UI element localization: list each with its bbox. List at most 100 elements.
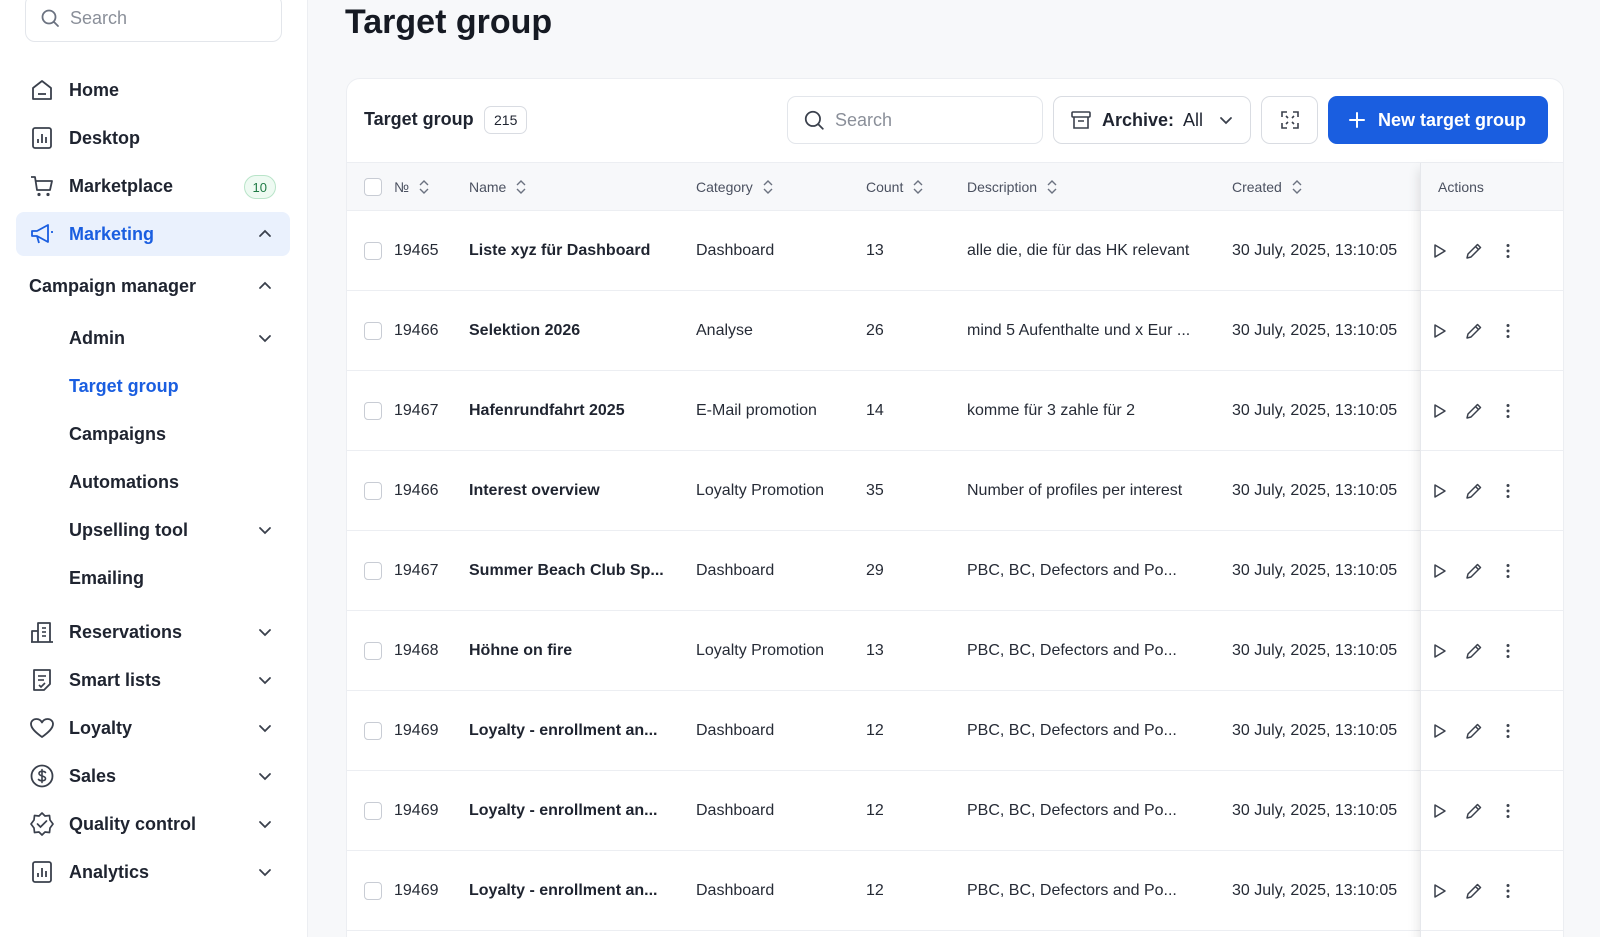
table-row[interactable]: 19466 Interest overview Loyalty Promotion 3… — [347, 451, 1563, 531]
chevron-down-icon[interactable] — [256, 719, 274, 737]
select-all-checkbox-cell[interactable] — [364, 163, 382, 211]
cell-description: PBC, BC, Defectors and Po... — [967, 882, 1177, 899]
chevron-down-icon[interactable] — [256, 815, 274, 833]
table-row[interactable]: 19468 Höhne on fire Loyalty Promotion 13 PBC… — [347, 611, 1563, 691]
table-row[interactable]: 19469 Loyalty - enrollment an... Dashboard… — [347, 691, 1563, 771]
table-row[interactable]: 19466 Selektion 2026 Analyse 26 mind 5 Aufen… — [347, 291, 1563, 371]
analytics-icon — [29, 859, 55, 885]
cell-name[interactable]: Selektion 2026 — [469, 291, 580, 371]
cell-created: 30 July, 2025, 13:10:05 — [1232, 642, 1398, 659]
row-checkbox-cell[interactable] — [364, 771, 382, 851]
row-checkbox-cell[interactable] — [364, 371, 382, 451]
table-row[interactable]: 19469 Loyalty - enrollment an... Dashboard… — [347, 851, 1563, 931]
column-label: Created — [1232, 179, 1282, 195]
cell-description: mind 5 Aufenthalte und x Eur ... — [967, 322, 1191, 339]
column-header-name[interactable]: Name — [469, 163, 527, 211]
sidebar-search-input[interactable]: Search — [25, 0, 282, 42]
nav-item-loyalty[interactable]: Loyalty — [16, 706, 290, 750]
sub-item-upselling-tool[interactable]: Upselling tool — [69, 510, 290, 550]
sort-icon[interactable] — [762, 179, 774, 195]
row-checkbox[interactable] — [364, 802, 382, 820]
sub-item-campaigns[interactable]: Campaigns — [69, 414, 290, 454]
table-row[interactable]: 19469 Loyalty - enrollment an... Dashboard… — [347, 771, 1563, 851]
cell-name[interactable]: Hafenrundfahrt 2025 — [469, 371, 625, 451]
table-search-placeholder: Search — [835, 109, 893, 130]
nav-item-desktop[interactable]: Desktop — [16, 116, 290, 160]
column-header-description[interactable]: Description — [967, 163, 1058, 211]
select-all-checkbox[interactable] — [364, 178, 382, 196]
row-checkbox-cell[interactable] — [364, 531, 382, 611]
cell-name[interactable]: Loyalty - enrollment an... — [469, 851, 657, 931]
column-header-created[interactable]: Created — [1232, 163, 1303, 211]
sub-item-admin[interactable]: Admin — [69, 318, 290, 358]
campaign-manager-group[interactable]: Campaign manager — [29, 266, 290, 306]
chevron-down-icon[interactable] — [256, 863, 274, 881]
sub-item-automations[interactable]: Automations — [69, 462, 290, 502]
cell-name[interactable]: Liste xyz für Dashboard — [469, 211, 650, 291]
column-header-count[interactable]: Count — [866, 163, 924, 211]
cell-name[interactable]: Loyalty - enrollment an... — [469, 771, 657, 851]
cell-category: Dashboard — [696, 882, 775, 899]
chevron-down-icon[interactable] — [256, 671, 274, 689]
row-checkbox-cell[interactable] — [364, 211, 382, 291]
fullscreen-button[interactable] — [1261, 96, 1318, 144]
row-checkbox-cell[interactable] — [364, 691, 382, 771]
cell-name[interactable]: Summer Beach Club Sp... — [469, 531, 664, 611]
row-checkbox-cell[interactable] — [364, 611, 382, 691]
archive-value: All — [1183, 109, 1204, 130]
sort-icon[interactable] — [912, 179, 924, 195]
table-search-input[interactable]: Search — [787, 96, 1043, 144]
new-target-group-button[interactable]: New target group — [1328, 96, 1548, 144]
row-checkbox-cell[interactable] — [364, 291, 382, 371]
nav-item-quality-control[interactable]: Quality control — [16, 802, 290, 846]
building-icon — [29, 619, 55, 645]
sub-item-target-group[interactable]: Target group — [69, 366, 290, 406]
chevron-up-icon[interactable] — [256, 225, 274, 243]
nav-item-marketing[interactable]: Marketing — [16, 212, 290, 256]
sort-icon[interactable] — [515, 179, 527, 195]
chevron-down-icon[interactable] — [256, 767, 274, 785]
cell-name[interactable]: Loyalty - enrollment an... — [469, 691, 657, 771]
nav-item-home[interactable]: Home — [16, 68, 290, 112]
sort-icon[interactable] — [1046, 179, 1058, 195]
cell-name[interactable]: Höhne on fire — [469, 611, 572, 691]
cell-category: Analyse — [696, 322, 753, 339]
nav-item-reservations[interactable]: Reservations — [16, 610, 290, 654]
chevron-down-icon[interactable] — [256, 329, 274, 347]
sort-icon[interactable] — [1291, 179, 1303, 195]
sidebar: Search Home Desktop Marketplace 10 Marke… — [0, 0, 308, 937]
nav-item-smart-lists[interactable]: Smart lists — [16, 658, 290, 702]
archive-box-icon — [1071, 111, 1091, 129]
row-checkbox[interactable] — [364, 562, 382, 580]
nav-item-analytics[interactable]: Analytics — [16, 850, 290, 894]
cell-description: PBC, BC, Defectors and Po... — [967, 722, 1177, 739]
row-checkbox[interactable] — [364, 482, 382, 500]
cell-name[interactable]: Interest overview — [469, 451, 600, 531]
chevron-down-icon[interactable] — [256, 521, 274, 539]
column-header-number[interactable]: № — [394, 163, 430, 211]
cell-description: komme für 3 zahle für 2 — [967, 402, 1136, 419]
row-checkbox[interactable] — [364, 402, 382, 420]
sort-icon[interactable] — [418, 179, 430, 195]
archive-label: Archive: — [1102, 109, 1175, 130]
sub-item-emailing[interactable]: Emailing — [69, 558, 290, 598]
chevron-up-icon[interactable] — [256, 277, 274, 295]
nav-item-sales[interactable]: Sales — [16, 754, 290, 798]
cell-description: alle die, die für das HK relevant — [967, 242, 1190, 259]
row-checkbox[interactable] — [364, 242, 382, 260]
row-checkbox[interactable] — [364, 322, 382, 340]
chevron-down-icon[interactable] — [256, 623, 274, 641]
row-checkbox[interactable] — [364, 882, 382, 900]
cell-id: 19467 — [394, 562, 439, 579]
nav-item-marketplace[interactable]: Marketplace 10 — [16, 164, 290, 208]
column-header-category[interactable]: Category — [696, 163, 774, 211]
table-row[interactable]: 19467 Hafenrundfahrt 2025 E-Mail promotion… — [347, 371, 1563, 451]
count-badge: 215 — [484, 106, 528, 134]
archive-filter-dropdown[interactable]: Archive: All — [1053, 96, 1251, 144]
row-checkbox[interactable] — [364, 722, 382, 740]
row-checkbox-cell[interactable] — [364, 851, 382, 931]
row-checkbox-cell[interactable] — [364, 451, 382, 531]
table-row[interactable]: 19467 Summer Beach Club Sp... Dashboard 29 P… — [347, 531, 1563, 611]
row-checkbox[interactable] — [364, 642, 382, 660]
table-row[interactable]: 19465 Liste xyz für Dashboard Dashboard 13 a… — [347, 211, 1563, 291]
